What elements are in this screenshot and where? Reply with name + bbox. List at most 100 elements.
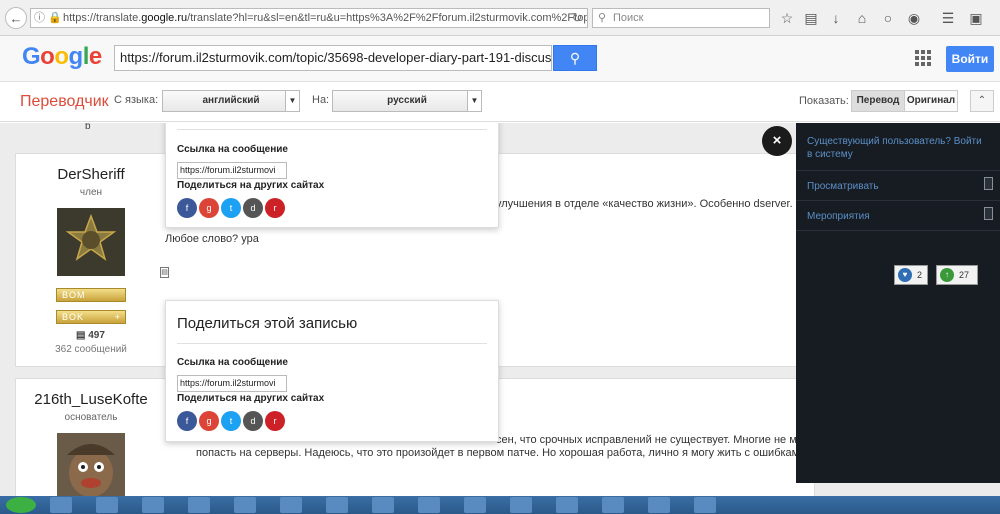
original-toggle[interactable]: Оригинал (904, 90, 958, 112)
google-logo[interactable]: Google (22, 43, 102, 71)
reaction-count: 2 (917, 270, 923, 280)
taskbar-app[interactable] (234, 497, 256, 513)
google-plus-icon[interactable]: g (199, 198, 219, 218)
events-link[interactable]: Мероприятия (807, 211, 870, 222)
share-popup: Ссылка на сообщение https://forum.il2stu… (165, 123, 499, 228)
show-label: Показать: (799, 95, 849, 107)
upvote-reaction[interactable]: ↑ 27 (936, 265, 978, 285)
close-icon[interactable]: × (762, 126, 792, 156)
taskbar-app[interactable] (372, 497, 394, 513)
search-placeholder: Поиск (613, 12, 644, 24)
google-header: Google https://forum.il2sturmovik.com/to… (0, 36, 1000, 82)
chat-icon[interactable]: ○ (880, 10, 896, 26)
menu-icon[interactable]: ☰ (940, 10, 956, 26)
back-button[interactable]: ← (5, 7, 27, 29)
taskbar-app[interactable] (418, 497, 440, 513)
share-sites-label: Поделиться на других сайтах (177, 393, 325, 404)
share-link-input[interactable]: https://forum.il2sturmovi (177, 375, 287, 392)
pocket-icon[interactable]: ◉ (906, 10, 922, 26)
facebook-icon[interactable]: f (177, 198, 197, 218)
address-bar[interactable]: ⓘ 🔒 https://translate.google.ru/translat… (30, 8, 588, 28)
to-language-select[interactable]: русский ▼ (332, 90, 482, 112)
taskbar-app[interactable] (188, 497, 210, 513)
home-icon[interactable]: ⌂ (854, 10, 870, 26)
to-language-value: русский (387, 95, 427, 106)
browser-toolbar: ← ⓘ 🔒 https://translate.google.ru/transl… (0, 0, 1000, 36)
arrow-up-icon: ↑ (940, 268, 954, 282)
translator-bar: Переводчик С языка: английский ▼ На: рус… (0, 82, 1000, 122)
taskbar-app[interactable] (510, 497, 532, 513)
taskbar-app[interactable] (96, 497, 118, 513)
expand-icon[interactable] (984, 207, 993, 220)
author-name[interactable]: 216th_LuseKofte (16, 391, 166, 408)
twitter-icon[interactable]: t (221, 198, 241, 218)
extension-icon[interactable]: ▣ (968, 10, 984, 26)
posts-count: 362 сообщений (55, 344, 127, 355)
twitter-icon[interactable]: t (221, 411, 241, 431)
digg-icon[interactable]: d (243, 198, 263, 218)
browser-search-input[interactable]: ⚲ Поиск (592, 8, 770, 28)
translate-url-input[interactable]: https://forum.il2sturmovik.com/topic/356… (114, 45, 552, 71)
translator-title[interactable]: Переводчик (20, 93, 109, 111)
taskbar-app[interactable] (142, 497, 164, 513)
post-author: 216th_LuseKofte основатель (16, 391, 166, 496)
author-name[interactable]: DerSheriff (16, 166, 166, 183)
share-link-label: Ссылка на сообщение (177, 144, 288, 155)
search-icon: ⚲ (598, 12, 607, 24)
divider (177, 129, 487, 130)
events-item[interactable]: Мероприятия (796, 201, 1000, 231)
dropdown-arrow-icon: ▼ (285, 91, 299, 111)
login-prompt-item[interactable]: Существующий пользователь? Войти в систе… (796, 123, 1000, 171)
translate-search-button[interactable]: ⚲ (553, 45, 597, 71)
report-icon[interactable]: ▤ (160, 267, 169, 278)
url-rest: /translate?hl=ru&sl=en&tl=ru&u=https%3A%… (187, 12, 587, 24)
side-navigation-panel: Существующий пользователь? Войти в систе… (796, 123, 1000, 483)
login-prompt-link[interactable]: Существующий пользователь? Войти в систе… (807, 135, 987, 161)
taskbar-app[interactable] (694, 497, 716, 513)
taskbar-app[interactable] (280, 497, 302, 513)
browse-item[interactable]: Просматривать (796, 171, 1000, 201)
share-link-input[interactable]: https://forum.il2sturmovi (177, 162, 287, 179)
like-reaction[interactable]: ♥ 2 (894, 265, 928, 285)
apps-grid-icon[interactable] (915, 50, 933, 68)
from-language-select[interactable]: английский ▼ (162, 90, 300, 112)
taskbar-app[interactable] (602, 497, 624, 513)
taskbar-app[interactable] (556, 497, 578, 513)
login-button[interactable]: Войти (946, 46, 994, 72)
rank-badge: BOM (56, 288, 126, 302)
taskbar-app[interactable] (648, 497, 670, 513)
collapse-icon[interactable]: ⌃ (970, 90, 994, 112)
reading-list-icon[interactable]: ▤ (803, 10, 819, 26)
url-host: google.ru (141, 12, 188, 24)
to-language-label: На: (312, 94, 330, 106)
download-icon[interactable]: ↓ (828, 10, 844, 26)
translation-toggle[interactable]: Перевод (851, 90, 905, 112)
reload-icon[interactable]: ↻ (566, 8, 588, 28)
avatar[interactable] (57, 433, 125, 496)
author-role: член (79, 187, 103, 198)
divider (177, 343, 487, 344)
heart-icon: ♥ (898, 268, 912, 282)
author-role: основатель (64, 412, 118, 423)
expand-icon[interactable] (984, 177, 993, 190)
share-popup-title: Поделиться этой записью (177, 315, 358, 332)
post-author: DerSheriff член (16, 166, 166, 279)
reputation: ▤ 497 (76, 330, 105, 341)
digg-icon[interactable]: d (243, 411, 263, 431)
url-prefix: https://translate. (63, 12, 142, 24)
taskbar-app[interactable] (326, 497, 348, 513)
start-button[interactable] (6, 497, 36, 513)
site-info-icon[interactable]: ⓘ 🔒 (34, 9, 62, 27)
facebook-icon[interactable]: f (177, 411, 197, 431)
avatar[interactable] (57, 208, 125, 276)
reddit-icon[interactable]: r (265, 411, 285, 431)
reputation-icon: ▤ (76, 330, 86, 341)
browse-link[interactable]: Просматривать (807, 181, 879, 192)
taskbar-app[interactable] (50, 497, 72, 513)
bookmark-star-icon[interactable]: ☆ (779, 10, 795, 26)
google-plus-icon[interactable]: g (199, 411, 219, 431)
share-link-label: Ссылка на сообщение (177, 357, 288, 368)
reddit-icon[interactable]: r (265, 198, 285, 218)
from-language-value: английский (202, 95, 260, 106)
taskbar-app[interactable] (464, 497, 486, 513)
